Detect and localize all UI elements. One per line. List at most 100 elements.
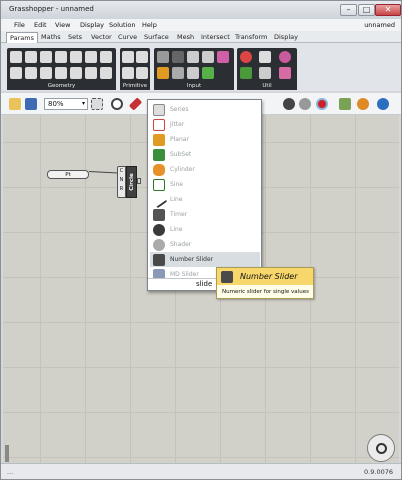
sketch-icon[interactable] (128, 97, 143, 111)
menu-view[interactable]: View (55, 21, 70, 29)
menu-help[interactable]: Help (142, 21, 157, 29)
list-item[interactable]: Line (150, 191, 260, 209)
curve-param-icon[interactable] (70, 51, 82, 63)
point-param-node[interactable]: Pt (47, 170, 89, 179)
preview-wire-icon[interactable] (299, 98, 311, 110)
list-item[interactable]: Series (150, 102, 260, 117)
ribbon-group-label: Primitive (120, 83, 150, 90)
integer-param-icon[interactable] (136, 51, 148, 63)
tab-display[interactable]: Display (274, 33, 298, 41)
plane-param-icon[interactable] (100, 51, 112, 63)
arc-param-icon[interactable] (55, 51, 67, 63)
bake-icon[interactable] (339, 98, 351, 110)
tab-mesh[interactable]: Mesh (177, 33, 194, 41)
tab-vector[interactable]: Vector (91, 33, 112, 41)
cluster-icon[interactable] (357, 98, 369, 110)
gradient-input-icon[interactable] (202, 67, 214, 79)
list-item[interactable]: Jitter (150, 117, 260, 132)
value-list-icon[interactable] (172, 67, 184, 79)
group-param-icon[interactable] (100, 67, 112, 79)
brep-param-icon[interactable] (25, 67, 37, 79)
status-text: ... (7, 468, 14, 476)
tooltip-header: Number Slider (217, 268, 313, 285)
title-bar: Grasshopper - unnamed – □ ✕ (1, 1, 401, 19)
point-param-icon[interactable] (10, 51, 22, 63)
minimize-button[interactable]: – (340, 4, 357, 16)
ribbon-group-label: Util (237, 83, 297, 90)
save-file-icon[interactable] (25, 98, 37, 110)
navigation-compass[interactable] (367, 434, 395, 462)
geometry-param-icon[interactable] (85, 67, 97, 79)
tab-transform[interactable]: Transform (235, 33, 267, 41)
chevron-down-icon: ▾ (81, 100, 85, 107)
relay-icon[interactable] (259, 51, 271, 63)
circle-output[interactable] (137, 178, 141, 184)
tab-maths[interactable]: Maths (41, 33, 61, 41)
tab-intersect[interactable]: Intersect (201, 33, 230, 41)
surface-param-icon[interactable] (55, 67, 67, 79)
menu-solution[interactable]: Solution (109, 21, 135, 29)
list-item[interactable]: Planar (150, 132, 260, 147)
component-search-popup: Series Jitter Planar SubSet Cylinder Sin… (147, 99, 262, 291)
menu-file[interactable]: File (14, 21, 25, 29)
boolean-param-icon[interactable] (122, 67, 134, 79)
list-item[interactable]: Sine (150, 177, 260, 192)
menu-edit[interactable]: Edit (34, 21, 47, 29)
preview-shaded-icon[interactable] (283, 98, 295, 110)
input-c[interactable]: C (118, 167, 125, 176)
eye-icon[interactable] (111, 98, 123, 110)
swatch-input-icon[interactable] (217, 51, 229, 63)
list-item[interactable]: Line (150, 222, 260, 237)
list-item[interactable]: Shader (150, 237, 260, 252)
scroll-handle[interactable] (5, 445, 9, 462)
jitter-icon (153, 119, 165, 131)
graph-input-icon[interactable] (157, 67, 169, 79)
tab-surface[interactable]: Surface (144, 33, 169, 41)
list-item-label: Series (170, 106, 189, 113)
mesh-param-icon[interactable] (40, 67, 52, 79)
preview-selected-icon[interactable] (316, 98, 328, 110)
arrow-icon[interactable] (259, 67, 271, 79)
circle-body[interactable]: Circle (126, 166, 137, 198)
open-file-icon[interactable] (9, 98, 21, 110)
input-r[interactable]: R (118, 185, 125, 194)
zoom-extents-icon[interactable] (91, 98, 103, 110)
flask-icon[interactable] (279, 67, 291, 79)
button-input-icon[interactable] (172, 51, 184, 63)
box-param-icon[interactable] (10, 67, 22, 79)
jump-icon[interactable] (279, 51, 291, 63)
circle-component[interactable]: C N R Circle (117, 166, 141, 198)
list-item[interactable]: Timer (150, 207, 260, 222)
list-item[interactable]: SubSet (150, 147, 260, 162)
cherry-icon[interactable] (240, 51, 252, 63)
list-item[interactable]: Cylinder (150, 162, 260, 177)
input-n[interactable]: N (118, 176, 125, 185)
circle-param-icon[interactable] (40, 51, 52, 63)
number-param-icon[interactable] (122, 51, 134, 63)
close-button[interactable]: ✕ (375, 4, 401, 16)
matrix-input-icon[interactable] (187, 67, 199, 79)
list-item-label: Jitter (170, 121, 185, 128)
menu-display[interactable]: Display (80, 21, 104, 29)
tab-sets[interactable]: Sets (68, 33, 82, 41)
component-tabs: Params Maths Sets Vector Curve Surface M… (1, 31, 401, 43)
maximize-button[interactable]: □ (358, 4, 375, 16)
text-param-icon[interactable] (136, 67, 148, 79)
tree-icon[interactable] (240, 67, 252, 79)
toggle-input-icon[interactable] (157, 51, 169, 63)
grasshopper-window: Grasshopper - unnamed – □ ✕ File Edit Vi… (0, 0, 402, 480)
zoom-dropdown[interactable]: 80% ▾ (44, 98, 88, 110)
compass-icon (376, 443, 387, 454)
slider-input-icon[interactable] (187, 51, 199, 63)
field-param-icon[interactable] (70, 67, 82, 79)
tab-params[interactable]: Params (6, 32, 38, 43)
tooltip-description: Numeric slider for single values (222, 289, 309, 295)
line-param-icon[interactable] (85, 51, 97, 63)
vector-param-icon[interactable] (25, 51, 37, 63)
list-item-label: Timer (170, 211, 188, 218)
globe-icon[interactable] (377, 98, 389, 110)
panel-input-icon[interactable] (202, 51, 214, 63)
tab-curve[interactable]: Curve (118, 33, 137, 41)
list-item-label: Shader (170, 241, 192, 248)
list-item-number-slider[interactable]: Number Slider (150, 252, 260, 267)
